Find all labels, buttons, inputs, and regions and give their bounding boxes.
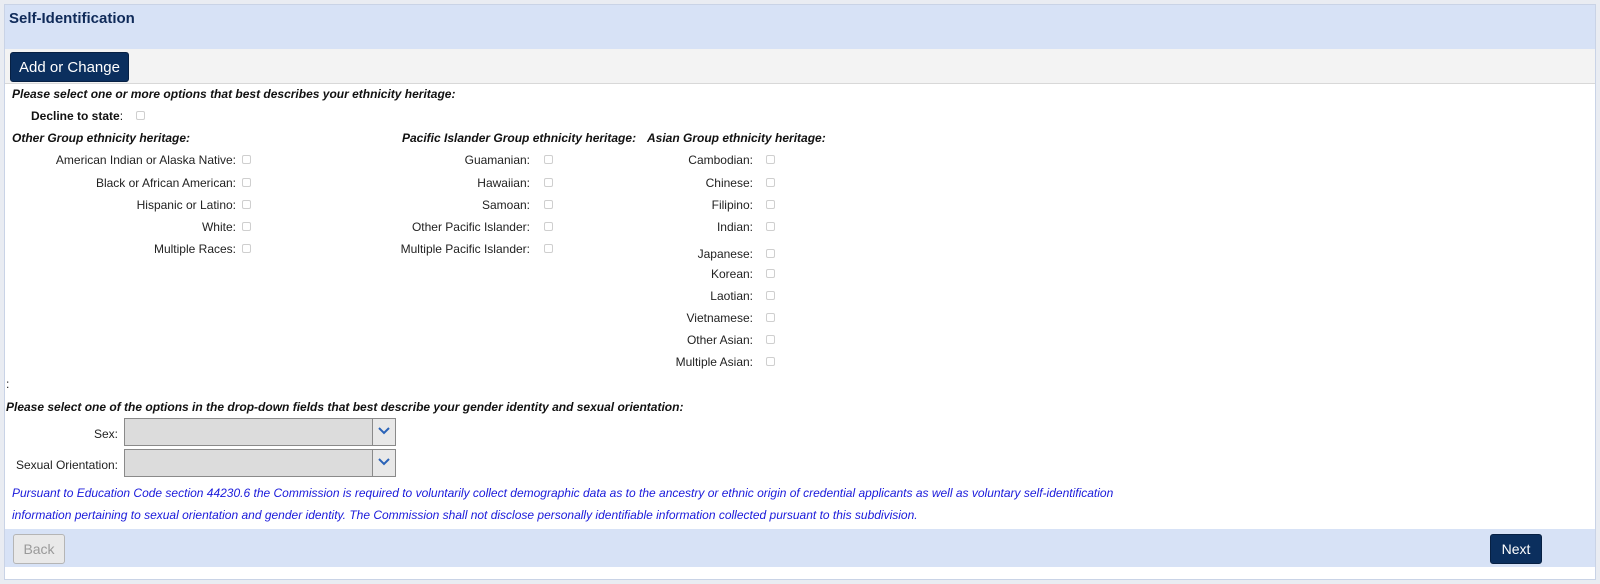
checkbox-multiple-races[interactable] [242, 244, 251, 253]
checkbox-laotian[interactable] [766, 291, 775, 300]
option-label-hawaiian: Hawaiian: [477, 176, 530, 190]
decline-checkbox[interactable] [136, 111, 145, 120]
page-title: Self-Identification [9, 10, 135, 27]
add-or-change-button[interactable]: Add or Change [10, 52, 129, 82]
orientation-select[interactable] [124, 449, 396, 477]
checkbox-multiple-pacific[interactable] [544, 244, 553, 253]
checkbox-white[interactable] [242, 222, 251, 231]
ethnicity-instruction: Please select one or more options that b… [12, 87, 456, 101]
checkbox-other-asian[interactable] [766, 335, 775, 344]
option-label-korean: Korean: [710, 267, 753, 281]
option-label-chinese: Chinese: [705, 176, 753, 190]
option-label-filipino: Filipino: [711, 198, 753, 212]
option-label-vietnamese: Vietnamese: [686, 311, 754, 325]
checkbox-hawaiian[interactable] [544, 178, 553, 187]
option-label-multiple-pacific: Multiple Pacific Islander: [400, 242, 530, 256]
checkbox-black[interactable] [242, 178, 251, 187]
disclaimer-text: Pursuant to Education Code section 44230… [12, 486, 1114, 522]
option-label-indian: Indian: [716, 220, 753, 234]
chevron-down-icon [378, 427, 390, 435]
option-label-white: White: [201, 220, 236, 234]
checkbox-hispanic[interactable] [242, 200, 251, 209]
checkbox-japanese[interactable] [766, 249, 775, 258]
checkbox-guamanian[interactable] [544, 155, 553, 164]
separator-colon: : [6, 377, 10, 391]
sex-dropdown-arrow[interactable] [372, 419, 395, 445]
checkbox-indian[interactable] [766, 222, 775, 231]
sex-label: Sex: [93, 427, 118, 441]
option-label-black: Black or African American: [95, 176, 236, 190]
option-label-multiple-asian: Multiple Asian: [675, 355, 753, 369]
decline-label: Decline to state: [31, 109, 124, 123]
action-strip: Add or Change [5, 49, 1595, 84]
other-group-heading: Other Group ethnicity heritage: [12, 131, 191, 145]
option-label-other-asian: Other Asian: [686, 333, 753, 347]
option-label-japanese: Japanese: [697, 247, 753, 261]
asian-group-heading: Asian Group ethnicity heritage: [647, 131, 826, 145]
checkbox-cambodian[interactable] [766, 155, 775, 164]
option-label-hispanic: Hispanic or Latino: [136, 198, 236, 212]
checkbox-korean[interactable] [766, 269, 775, 278]
pacific-group-heading: Pacific Islander Group ethnicity heritag… [402, 131, 637, 145]
checkbox-other-pacific[interactable] [544, 222, 553, 231]
checkbox-filipino[interactable] [766, 200, 775, 209]
orientation-dropdown-arrow[interactable] [372, 450, 395, 476]
sex-select[interactable] [124, 418, 396, 446]
option-label-other-pacific: Other Pacific Islander: [411, 220, 530, 234]
option-label-american-indian: American Indian or Alaska Native: [55, 153, 236, 167]
back-button[interactable]: Back [13, 534, 65, 564]
option-label-cambodian: Cambodian: [688, 153, 753, 167]
footer-bar: Back Next [5, 529, 1595, 567]
option-label-guamanian: Guamanian: [464, 153, 530, 167]
self-identification-panel: Self-Identification Add or Change Please… [4, 4, 1596, 580]
next-button[interactable]: Next [1490, 534, 1542, 564]
option-label-samoan: Samoan: [481, 198, 530, 212]
checkbox-chinese[interactable] [766, 178, 775, 187]
title-bar: Self-Identification [5, 5, 1595, 49]
checkbox-american-indian[interactable] [242, 155, 251, 164]
option-label-multiple-races: Multiple Races: [153, 242, 236, 256]
checkbox-multiple-asian[interactable] [766, 357, 775, 366]
checkbox-samoan[interactable] [544, 200, 553, 209]
option-label-laotian: Laotian: [710, 289, 753, 303]
chevron-down-icon [378, 458, 390, 466]
orientation-label: Sexual Orientation: [15, 458, 118, 472]
gender-instruction: Please select one of the options in the … [6, 400, 684, 414]
checkbox-vietnamese[interactable] [766, 313, 775, 322]
